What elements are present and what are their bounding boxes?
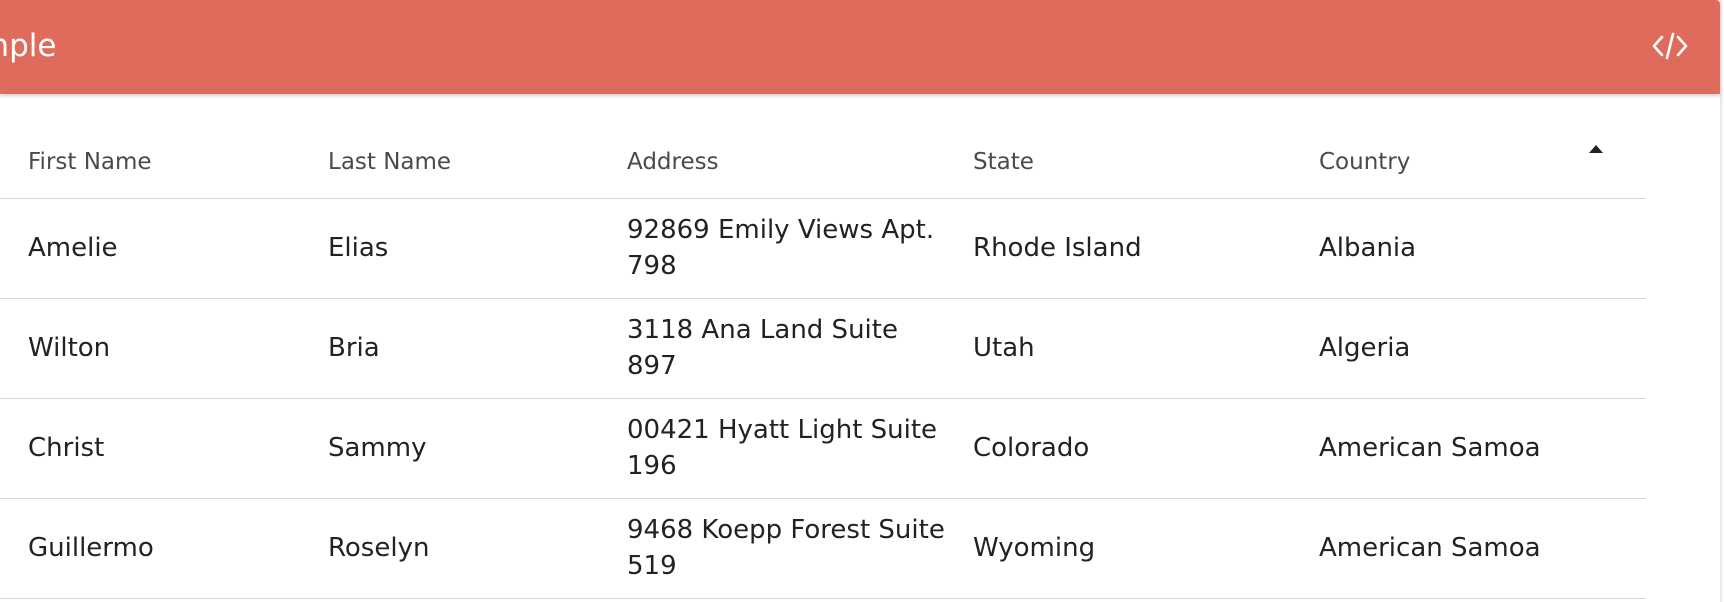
table-body: Amelie Elias 92869 Emily Views Apt. 798 Rho…	[0, 198, 1646, 599]
table-row[interactable]: Guillermo Roselyn 9468 Koepp Forest Suite …	[0, 498, 1646, 599]
card-title: Example	[0, 0, 300, 94]
cell-country: Algeria	[1319, 298, 1646, 399]
column-header-last-name[interactable]: Last Name	[328, 94, 627, 199]
cell-last-name: Roselyn	[328, 498, 627, 599]
card-header: Example	[0, 0, 1720, 94]
sort-ascending-icon[interactable]	[1588, 144, 1604, 154]
column-header-state[interactable]: State	[973, 94, 1319, 199]
cell-address: 00421 Hyatt Light Suite 196	[627, 398, 973, 499]
cell-state: Rhode Island	[973, 198, 1319, 299]
card-title-text: Example	[0, 28, 57, 64]
cell-country: American Samoa	[1319, 398, 1646, 499]
cell-country: Albania	[1319, 198, 1646, 299]
table-row[interactable]: Christ Sammy 00421 Hyatt Light Suite 196 Co…	[0, 398, 1646, 499]
cell-address: 9468 Koepp Forest Suite 519	[627, 498, 973, 599]
column-header-first-name[interactable]: First Name	[0, 94, 328, 199]
cell-state: Utah	[973, 298, 1319, 399]
column-header-country-label: Country	[1319, 148, 1411, 175]
table-row[interactable]: Amelie Elias 92869 Emily Views Apt. 798 Rho…	[0, 198, 1646, 299]
cell-first-name: Wilton	[0, 298, 328, 399]
column-header-country[interactable]: Country	[1319, 94, 1646, 199]
code-icon[interactable]	[1652, 28, 1688, 64]
cell-first-name: Amelie	[0, 198, 328, 299]
cell-country: American Samoa	[1319, 498, 1646, 599]
cell-first-name: Christ	[0, 398, 328, 499]
cell-address: 92869 Emily Views Apt. 798	[627, 198, 973, 299]
table-row[interactable]: Wilton Bria 3118 Ana Land Suite 897 Utah Alg…	[0, 298, 1646, 399]
code-icon-graphic	[1652, 32, 1688, 60]
card-edge-shadow	[1720, 0, 1724, 602]
data-table: First Name Last Name Address State Count…	[0, 94, 1646, 599]
cell-state: Wyoming	[973, 498, 1319, 599]
cell-last-name: Bria	[328, 298, 627, 399]
cell-last-name: Elias	[328, 198, 627, 299]
cell-last-name: Sammy	[328, 398, 627, 499]
table-header-row: First Name Last Name Address State Count…	[0, 94, 1646, 199]
cell-state: Colorado	[973, 398, 1319, 499]
cell-address: 3118 Ana Land Suite 897	[627, 298, 973, 399]
table-card: Example First Name Last Name Address Sta…	[0, 0, 1724, 602]
cell-first-name: Guillermo	[0, 498, 328, 599]
column-header-address[interactable]: Address	[627, 94, 973, 199]
